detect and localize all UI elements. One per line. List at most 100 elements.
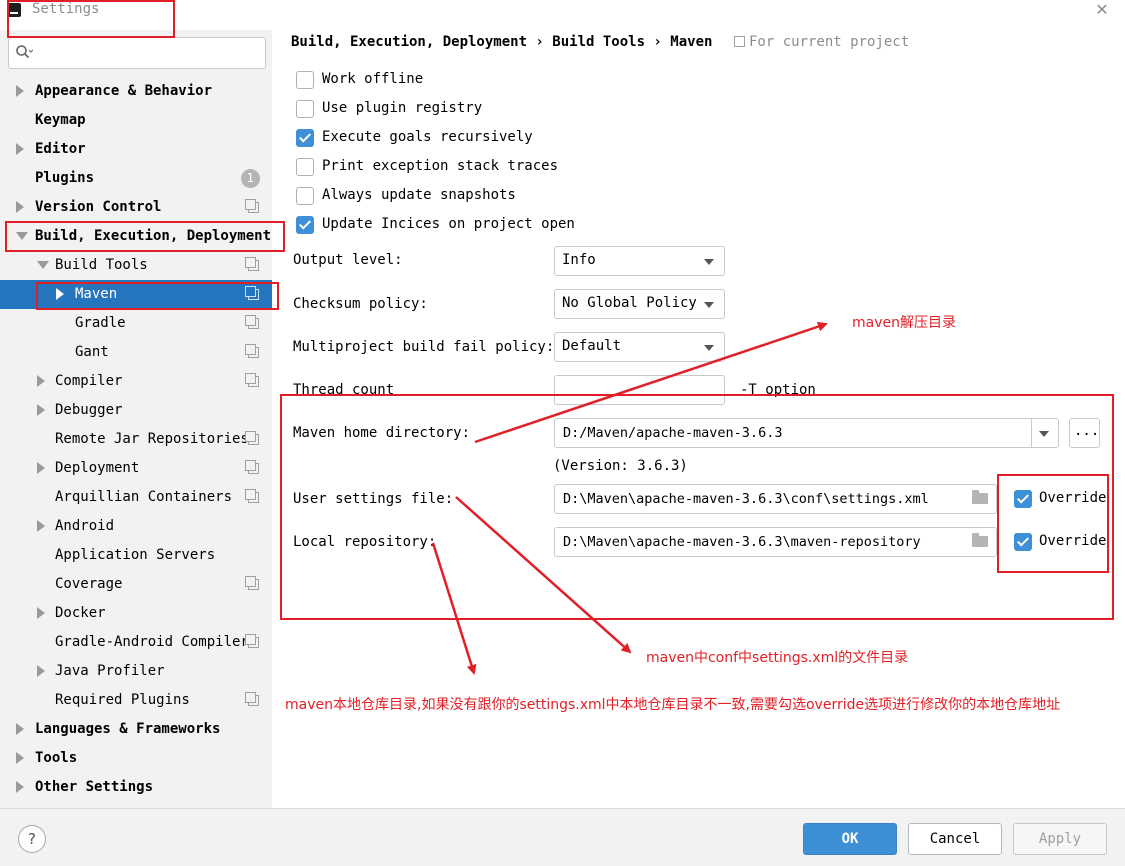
- sidebar-item-label: Debugger: [55, 402, 123, 418]
- sidebar-item-label: Application Servers: [55, 547, 216, 563]
- checkbox-label: Always update snapshots: [322, 187, 516, 203]
- checkbox[interactable]: [296, 187, 314, 205]
- output-level-select[interactable]: Info: [554, 246, 725, 276]
- cancel-button[interactable]: Cancel: [908, 823, 1002, 855]
- checksum-policy-select[interactable]: No Global Policy: [554, 289, 725, 319]
- sidebar-item-java-profiler[interactable]: Java Profiler: [0, 657, 272, 686]
- chevron-right-icon[interactable]: [16, 723, 24, 735]
- sidebar-item-label: Docker: [55, 605, 106, 621]
- sidebar-item-label: Gradle-Android Compiler: [55, 634, 249, 650]
- checkbox[interactable]: [296, 129, 314, 147]
- checkbox[interactable]: [296, 100, 314, 118]
- search-icon: [16, 45, 33, 59]
- checksum-policy-value: No Global Policy: [562, 295, 697, 311]
- sidebar-item-label: Gant: [75, 344, 109, 360]
- checkbox[interactable]: [296, 158, 314, 176]
- chevron-down-icon: [704, 259, 714, 265]
- sidebar-item-plugins[interactable]: Plugins 1: [0, 164, 272, 193]
- sidebar-item-android[interactable]: Android: [0, 512, 272, 541]
- scope-label: For current project: [734, 34, 909, 50]
- annotation-settings: maven中conf中settings.xml的文件目录: [646, 650, 909, 666]
- help-icon[interactable]: ?: [18, 825, 46, 853]
- project-scope-icon: [245, 257, 259, 271]
- checkbox-label: Work offline: [322, 71, 424, 87]
- sidebar-item-label: Java Profiler: [55, 663, 165, 679]
- sidebar-item-tools[interactable]: Tools: [0, 744, 272, 773]
- breadcrumb: Build, Execution, Deployment › Build Too…: [291, 34, 713, 50]
- fail-policy-value: Default: [562, 338, 622, 354]
- project-scope-icon: [245, 373, 259, 387]
- chevron-right-icon[interactable]: [37, 607, 45, 619]
- sidebar-item-label: Keymap: [35, 112, 86, 128]
- sidebar-item-compiler[interactable]: Compiler: [0, 367, 272, 396]
- sidebar-item-arquillian-containers[interactable]: Arquillian Containers: [0, 483, 272, 512]
- sidebar-item-editor[interactable]: Editor: [0, 135, 272, 164]
- chevron-right-icon[interactable]: [16, 781, 24, 793]
- chevron-right-icon[interactable]: [37, 665, 45, 677]
- chevron-right-icon[interactable]: [16, 201, 24, 213]
- sidebar-item-label: Version Control: [35, 199, 162, 215]
- checkbox[interactable]: [296, 71, 314, 89]
- sidebar-item-label: Appearance & Behavior: [35, 83, 213, 99]
- sidebar-item-remote-jar-repositories[interactable]: Remote Jar Repositories: [0, 425, 272, 454]
- sidebar-item-label: Tools: [35, 750, 78, 766]
- sidebar-item-label: Coverage: [55, 576, 123, 592]
- sidebar-item-build-tools[interactable]: Build Tools: [0, 251, 272, 280]
- project-scope-icon: [245, 692, 259, 706]
- project-scope-icon: [245, 199, 259, 213]
- sidebar-item-label: Arquillian Containers: [55, 489, 233, 505]
- sidebar-item-label: Deployment: [55, 460, 140, 476]
- sidebar-item-coverage[interactable]: Coverage: [0, 570, 272, 599]
- chevron-down-icon[interactable]: [37, 261, 49, 269]
- project-scope-icon: [245, 344, 259, 358]
- output-level-label: Output level:: [293, 252, 403, 268]
- chevron-right-icon[interactable]: [16, 85, 24, 97]
- sidebar-item-label: Compiler: [55, 373, 123, 389]
- chevron-right-icon[interactable]: [37, 462, 45, 474]
- apply-button[interactable]: Apply: [1013, 823, 1107, 855]
- ok-button[interactable]: OK: [803, 823, 897, 855]
- sidebar-item-label: Editor: [35, 141, 86, 157]
- sidebar-item-debugger[interactable]: Debugger: [0, 396, 272, 425]
- chevron-right-icon[interactable]: [16, 143, 24, 155]
- sidebar-item-label: Plugins: [35, 170, 95, 186]
- sidebar-item-keymap[interactable]: Keymap: [0, 106, 272, 135]
- annotation-box-override: [997, 474, 1109, 573]
- chevron-right-icon[interactable]: [16, 752, 24, 764]
- checkbox-label: Update Incices on project open: [322, 216, 575, 232]
- sidebar-item-application-servers[interactable]: Application Servers: [0, 541, 272, 570]
- sidebar-item-languages-frameworks[interactable]: Languages & Frameworks: [0, 715, 272, 744]
- checkbox[interactable]: [296, 216, 314, 234]
- project-scope-icon: [245, 431, 259, 445]
- sidebar-item-label: Required Plugins: [55, 692, 190, 708]
- sidebar-item-version-control[interactable]: Version Control: [0, 193, 272, 222]
- project-scope-icon: [245, 460, 259, 474]
- sidebar-item-label: Languages & Frameworks: [35, 721, 221, 737]
- project-scope-icon: [245, 489, 259, 503]
- checkbox-label: Print exception stack traces: [322, 158, 559, 174]
- sidebar-item-label: Build Tools: [55, 257, 148, 273]
- sidebar-item-gradle[interactable]: Gradle: [0, 309, 272, 338]
- annotation-box-maven: [36, 282, 279, 310]
- sidebar-item-gant[interactable]: Gant: [0, 338, 272, 367]
- fail-policy-select[interactable]: Default: [554, 332, 725, 362]
- annotation-box-paths: [280, 394, 1114, 620]
- output-level-value: Info: [562, 252, 596, 268]
- plugins-update-badge: 1: [241, 169, 260, 188]
- chevron-right-icon[interactable]: [37, 375, 45, 387]
- checkbox-label: Use plugin registry: [322, 100, 483, 116]
- chevron-down-icon: [704, 345, 714, 351]
- chevron-right-icon[interactable]: [37, 520, 45, 532]
- annotation-box-title: [7, 0, 175, 38]
- sidebar-item-label: Remote Jar Repositories: [55, 431, 249, 447]
- sidebar-item-required-plugins[interactable]: Required Plugins: [0, 686, 272, 715]
- close-icon[interactable]: ✕: [1092, 0, 1112, 19]
- sidebar-item-deployment[interactable]: Deployment: [0, 454, 272, 483]
- sidebar-item-gradle-android-compiler[interactable]: Gradle-Android Compiler: [0, 628, 272, 657]
- chevron-right-icon[interactable]: [37, 404, 45, 416]
- sidebar-item-docker[interactable]: Docker: [0, 599, 272, 628]
- sidebar-item-appearance-behavior[interactable]: Appearance & Behavior: [0, 77, 272, 106]
- settings-search-input[interactable]: [8, 37, 266, 69]
- scope-text: For current project: [749, 34, 910, 50]
- sidebar-item-other-settings[interactable]: Other Settings: [0, 773, 272, 802]
